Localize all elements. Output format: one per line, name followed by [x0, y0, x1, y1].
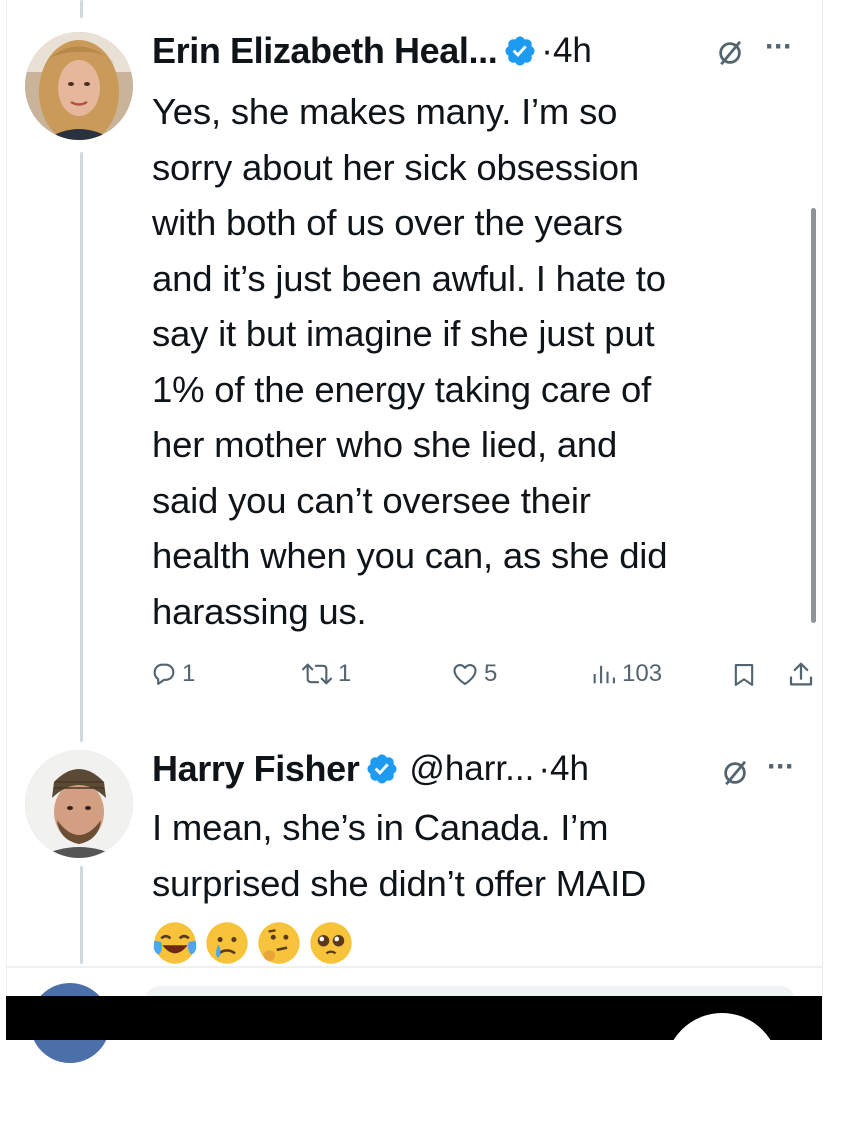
views-count: 103 [622, 660, 663, 687]
page-left-edge [6, 0, 7, 1000]
views-icon [593, 665, 615, 684]
separator-dot: · [538, 749, 550, 788]
more-icon[interactable]: ··· [765, 30, 793, 64]
repost-icon [301, 663, 333, 685]
home-button-glyph: •• [692, 1030, 752, 1040]
bookmark-icon [734, 664, 754, 686]
reply-count: 1 [182, 660, 196, 687]
tweet-text: I mean, she’s in Canada. I’m surprised s… [152, 807, 647, 904]
emoji-row [152, 918, 354, 968]
tweet-header: Erin Elizabeth Heal... · 4h [152, 26, 592, 76]
grok-icon[interactable] [720, 758, 750, 788]
heart-icon [453, 663, 477, 685]
verified-badge-icon [367, 754, 397, 784]
pleading-face-emoji [310, 922, 352, 964]
avatar[interactable] [25, 750, 133, 858]
like-count: 5 [484, 660, 498, 687]
page-right-edge [822, 0, 823, 1000]
tweet[interactable]: Harry Fisher @harr... · 4h ··· I mean, s… [25, 720, 805, 970]
tweet-text: Yes, she makes many. I’m so sorry about … [152, 91, 668, 632]
verified-badge-icon [505, 36, 535, 66]
timestamp[interactable]: 4h [553, 31, 592, 71]
avatar[interactable] [25, 32, 133, 140]
tweet[interactable]: Erin Elizabeth Heal... · 4h ··· Yes, she… [25, 0, 813, 720]
share-button[interactable] [786, 660, 816, 690]
separator-dot: · [541, 31, 553, 70]
bookmark-button[interactable] [730, 660, 758, 690]
tweet-header: Harry Fisher @harr... · 4h [152, 744, 589, 794]
author-handle[interactable]: @harr... [409, 749, 534, 789]
timestamp[interactable]: 4h [550, 749, 589, 789]
like-button[interactable]: 5 [450, 660, 497, 688]
repost-count: 1 [338, 660, 352, 687]
author-name[interactable]: Harry Fisher [152, 748, 360, 790]
grok-icon[interactable] [715, 38, 745, 68]
divider [6, 966, 822, 968]
share-icon [789, 662, 813, 686]
reply-button[interactable]: 1 [150, 660, 195, 688]
views-button[interactable]: 103 [590, 660, 662, 688]
author-name[interactable]: Erin Elizabeth Heal... [152, 30, 498, 72]
thinking-face-emoji [258, 922, 300, 964]
reply-icon [153, 663, 175, 685]
crying-face-emoji [206, 922, 248, 964]
tweet-actions: 1 1 5 103 [150, 660, 820, 700]
more-icon[interactable]: ··· [767, 750, 795, 784]
face-with-tears-of-joy-emoji [153, 922, 197, 964]
repost-button[interactable]: 1 [300, 660, 351, 688]
